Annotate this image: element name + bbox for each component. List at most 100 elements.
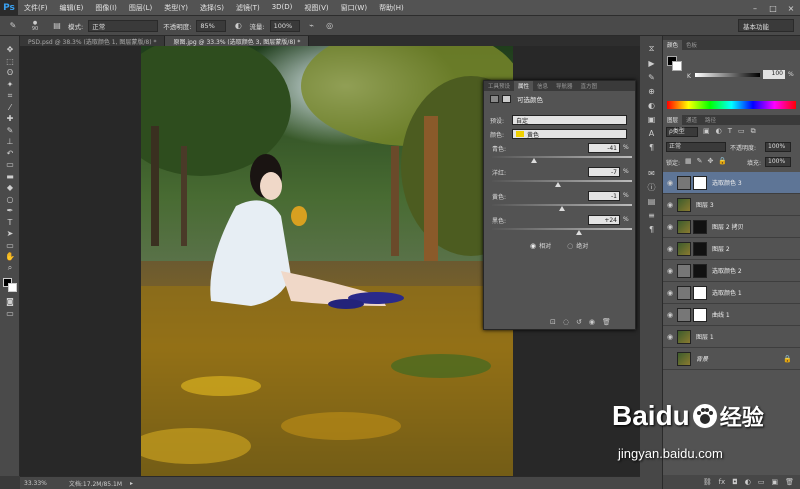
reset-icon[interactable]: ↺ [576,318,582,326]
delete-icon[interactable]: 🗑 [602,318,611,326]
menu-item[interactable]: 视图(V) [298,3,334,13]
healing-brush-icon[interactable]: ✚ [0,113,20,125]
layer-filter-select[interactable]: ρ类型 [666,127,698,137]
layer-mask-thumbnail[interactable] [693,307,707,322]
close-icon[interactable]: × [782,0,800,16]
brush-tool-icon[interactable]: ✎ [7,20,19,32]
slider-value-input[interactable]: -1 [588,191,620,201]
menu-item[interactable]: 帮助(H) [373,3,410,13]
filter-type-icon[interactable]: T [728,127,732,136]
menu-item[interactable]: 图层(L) [123,3,158,13]
document-image[interactable] [141,46,513,477]
tab-channels[interactable]: 通道 [682,115,701,125]
tab-properties[interactable]: 属性 [514,81,534,91]
tool-background-color[interactable] [8,283,17,292]
minimize-icon[interactable]: – [746,0,764,16]
history-brush-icon[interactable]: ↶ [0,148,20,160]
blur-tool-icon[interactable]: ◆ [0,182,20,194]
lock-all-icon[interactable]: 🔒 [718,157,727,165]
tab-info[interactable]: 信息 [533,81,552,91]
path-select-icon[interactable]: ➤ [0,228,20,240]
info-icon[interactable]: ⓘ [640,180,663,194]
color-select[interactable]: 黄色 [512,129,627,139]
pen-tool-icon[interactable]: ✒ [0,205,20,217]
screen-mode-icon[interactable]: ▭ [0,308,20,320]
menu-item[interactable]: 选择(S) [194,3,230,13]
visibility-eye-icon[interactable]: ◉ [663,179,677,187]
paragraph-icon[interactable]: ¶ [640,140,663,154]
workspace-select[interactable]: 基本功能 [738,19,794,32]
crop-tool-icon[interactable]: ⌗ [0,90,20,102]
layer-row[interactable]: 背景 🔒 [663,348,800,370]
layer-mask-thumbnail[interactable] [693,285,707,300]
move-tool-icon[interactable]: ✥ [0,44,20,56]
slider-track[interactable] [492,156,632,158]
mode-select[interactable]: 正常 [88,19,159,32]
opacity-input[interactable]: 85% [196,19,227,32]
layer-row[interactable]: ◉ 图层 3 [663,194,800,216]
mask-icon[interactable] [502,95,511,103]
visibility-eye-icon[interactable]: ◉ [663,223,677,231]
zoom-level[interactable]: 33.33% [24,480,47,487]
layer-opacity-input[interactable]: 100% [765,142,791,152]
clip-icon[interactable]: ⊡ [550,318,556,326]
layer-row[interactable]: ◉ 图层 1 [663,326,800,348]
visibility-eye-icon[interactable]: ◉ [663,311,677,319]
eyedropper-icon[interactable]: ⁄ [0,102,20,114]
paragraph-styles-icon[interactable]: ¶ [640,222,663,236]
layer-row[interactable]: ◉ 图层 2 [663,238,800,260]
shape-tool-icon[interactable]: ▭ [0,240,20,252]
brush-tool-icon[interactable]: ✎ [0,125,20,137]
tab-psd[interactable]: PSD.psd @ 38.3% (选取颜色 1, 图层蒙版/8) * [20,36,166,46]
notes-icon[interactable]: ✉ [640,166,663,180]
filter-pixel-icon[interactable]: ▣ [703,127,710,136]
slider-thumb[interactable] [575,230,582,235]
color-ramp[interactable] [667,101,796,109]
tab-histogram[interactable]: 直方图 [577,81,602,91]
visibility-eye-icon[interactable]: ◉ [663,201,677,209]
layer-row[interactable]: ◉ 选取颜色 3 [663,172,800,194]
slider-thumb[interactable] [531,158,537,163]
layer-mask-thumbnail[interactable] [693,263,707,278]
menu-item[interactable]: 窗口(W) [335,3,373,13]
menu-item[interactable]: 编辑(E) [54,3,90,13]
pressure-opacity-icon[interactable]: ◐ [232,20,244,32]
slider-thumb[interactable] [559,206,565,211]
visibility-icon[interactable]: ◉ [589,318,595,326]
visibility-eye-icon[interactable]: ◉ [663,267,677,275]
lock-transparent-icon[interactable]: ▦ [685,157,692,165]
hand-tool-icon[interactable]: ✋ [0,251,20,263]
slider-track[interactable] [492,228,632,230]
lock-position-icon[interactable]: ✥ [708,157,714,165]
marquee-tool-icon[interactable]: ⬚ [0,56,20,68]
preset-select[interactable]: 自定 [512,115,627,125]
visibility-eye-icon[interactable]: ◉ [663,333,677,341]
layer-row[interactable]: ◉ 选取颜色 2 [663,260,800,282]
radio-relative-icon[interactable]: ◉ [530,242,536,250]
lasso-tool-icon[interactable]: ʘ [0,67,20,79]
status-menu-icon[interactable]: ▸ [130,480,133,487]
layer-row[interactable]: ◉ 曲线 1 [663,304,800,326]
slider-value-input[interactable]: -7 [588,167,620,177]
channels-icon[interactable]: ≡ [640,208,663,222]
view-previous-icon[interactable]: ◌ [563,318,569,326]
layer-mask-thumbnail[interactable] [693,175,707,190]
dodge-tool-icon[interactable]: ○ [0,194,20,206]
tab-layers[interactable]: 图层 [663,115,683,125]
styles-icon[interactable]: ▣ [640,112,663,126]
menu-item[interactable]: 滤镜(T) [230,3,266,13]
tab-swatches[interactable]: 色板 [682,40,701,50]
tab-color[interactable]: 颜色 [663,40,683,50]
zoom-tool-icon[interactable]: ⌕ [0,263,20,275]
actions-icon[interactable]: ▶ [640,56,663,70]
menu-item[interactable]: 3D(D) [266,3,299,13]
tab-original[interactable]: 原图.jpg @ 33.3% (选取颜色 3, 图层蒙版/8) * [165,36,310,46]
flow-input[interactable]: 100% [269,19,300,32]
gradient-tool-icon[interactable]: ▬ [0,171,20,183]
k-input[interactable]: 100 [763,70,785,79]
menu-item[interactable]: 文件(F) [18,3,54,13]
type-tool-icon[interactable]: T [0,217,20,229]
tab-navigator[interactable]: 导航器 [552,81,577,91]
radio-absolute-icon[interactable]: ○ [567,242,573,250]
airbrush-icon[interactable]: ⌁ [306,20,318,32]
